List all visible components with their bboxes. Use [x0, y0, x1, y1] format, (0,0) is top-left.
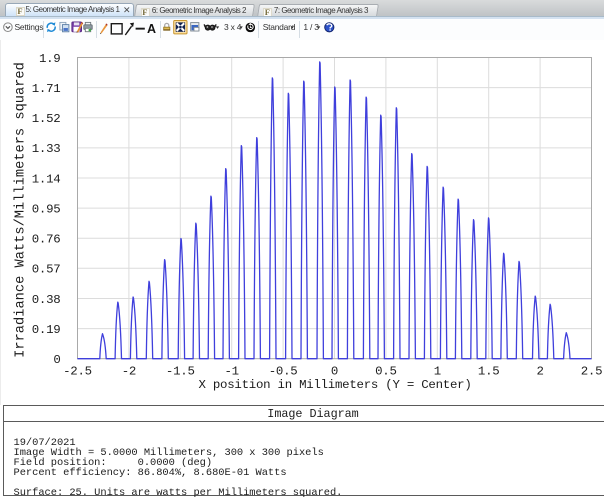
- svg-text:1: 1: [434, 365, 441, 379]
- svg-text:-2.5: -2.5: [63, 365, 92, 379]
- svg-text:-1.5: -1.5: [166, 365, 195, 379]
- svg-text:1.5: 1.5: [478, 365, 500, 379]
- svg-text:-1: -1: [225, 365, 239, 379]
- svg-text:0.57: 0.57: [32, 263, 61, 277]
- svg-text:-2: -2: [122, 365, 136, 379]
- svg-text:0: 0: [331, 365, 338, 379]
- svg-text:-0.5: -0.5: [269, 365, 298, 379]
- svg-text:0.19: 0.19: [32, 323, 61, 337]
- svg-text:1.33: 1.33: [32, 142, 61, 156]
- svg-text:0.38: 0.38: [32, 293, 61, 307]
- svg-text:1.71: 1.71: [32, 82, 61, 96]
- svg-text:0.76: 0.76: [32, 233, 61, 247]
- svg-text:0.5: 0.5: [375, 365, 397, 379]
- svg-text:0: 0: [53, 353, 60, 367]
- svg-text:2.5: 2.5: [581, 365, 603, 379]
- svg-text:1.52: 1.52: [32, 112, 61, 126]
- svg-text:A: A: [147, 22, 156, 36]
- svg-text:2: 2: [537, 365, 544, 379]
- svg-text:X position in Millimeters (Y =: X position in Millimeters (Y = Center): [198, 378, 471, 392]
- svg-text:1.9: 1.9: [39, 52, 61, 66]
- svg-text:1.14: 1.14: [32, 172, 61, 186]
- svg-text:Irradiance Watts/Millimeters s: Irradiance Watts/Millimeters squared: [14, 62, 29, 358]
- svg-text:0.95: 0.95: [32, 202, 61, 216]
